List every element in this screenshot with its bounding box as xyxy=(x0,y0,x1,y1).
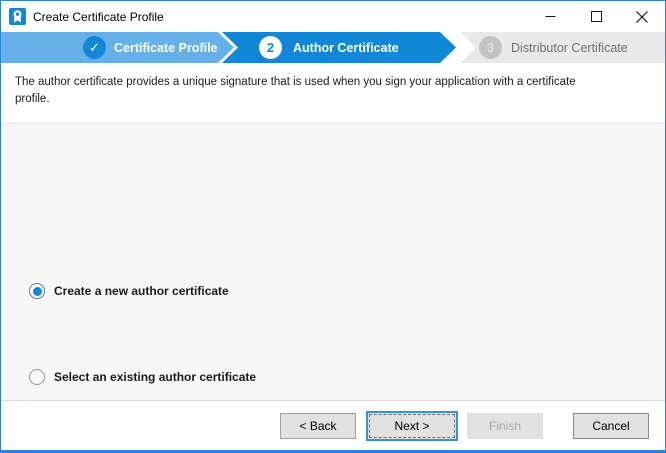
step3-label: Distributor Certificate xyxy=(511,41,628,55)
radio-dot xyxy=(33,287,42,296)
finish-button-disabled: Finish xyxy=(467,413,543,439)
radio-select-existing-unselected[interactable] xyxy=(29,369,45,385)
step1-completed-check-icon: ✓ xyxy=(83,36,106,59)
certificate-badge-icon xyxy=(9,8,26,25)
author-certificate-options-panel: Create a new author certificate Select a… xyxy=(1,124,665,401)
step-description-panel: The author certificate provides a unique… xyxy=(1,63,665,124)
next-button-label: Next > xyxy=(394,419,429,433)
cancel-button[interactable]: Cancel xyxy=(573,413,649,439)
step-description: The author certificate provides a unique… xyxy=(15,74,576,108)
option-label-create-new[interactable]: Create a new author certificate xyxy=(54,284,229,298)
option-select-existing-author-certificate[interactable]: Select an existing author certificate xyxy=(29,369,256,385)
step2-number-badge: 2 xyxy=(259,36,282,59)
window-title: Create Certificate Profile xyxy=(33,10,164,24)
window-controls xyxy=(527,1,665,32)
create-certificate-profile-dialog: Create Certificate Profile ✓ Certificate… xyxy=(0,0,666,453)
step3-number-badge: 3 xyxy=(479,36,502,59)
option-create-new-author-certificate[interactable]: Create a new author certificate xyxy=(29,283,229,299)
radio-create-new-selected[interactable] xyxy=(29,283,45,299)
close-icon[interactable] xyxy=(619,1,665,32)
maximize-icon[interactable] xyxy=(573,1,619,32)
next-button[interactable]: Next > xyxy=(366,411,458,441)
minimize-icon[interactable] xyxy=(527,1,573,32)
title-bar: Create Certificate Profile xyxy=(1,1,665,32)
step1-label: Certificate Profile xyxy=(114,41,218,55)
description-line2: profile. xyxy=(15,91,576,108)
description-line1: The author certificate provides a unique… xyxy=(15,74,576,91)
wizard-step-bar: ✓ Certificate Profile 2 Author Certifica… xyxy=(1,32,665,63)
dialog-button-bar: < Back Next > Finish Cancel xyxy=(1,401,665,450)
step2-label: Author Certificate xyxy=(293,41,399,55)
option-label-select-existing[interactable]: Select an existing author certificate xyxy=(54,370,256,384)
back-button[interactable]: < Back xyxy=(280,413,356,439)
